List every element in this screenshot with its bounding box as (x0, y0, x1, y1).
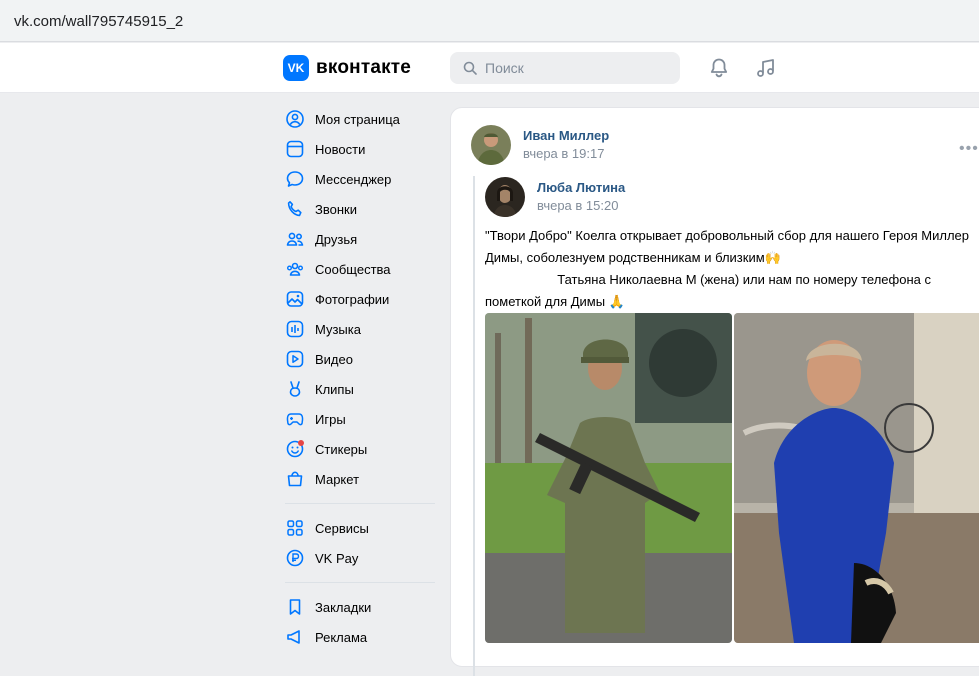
sidebar-item-label: Маркет (315, 471, 360, 487)
sidebar-item-label: Друзья (315, 231, 358, 247)
sidebar-item-label: Игры (315, 411, 346, 427)
clips-icon (289, 381, 301, 397)
sidebar-item-vkpay[interactable]: VK Pay (283, 543, 438, 573)
sidebar-item-stickers[interactable]: Стикеры (283, 434, 438, 464)
top-header: VK вконтакте Поиск (0, 43, 979, 93)
sidebar-item-label: Сообщества (315, 261, 391, 277)
sidebar-item-label: Закладки (315, 599, 372, 615)
repost-author-name[interactable]: Люба Лютина (537, 180, 625, 195)
post-time[interactable]: вчера в 19:17 (523, 146, 604, 161)
post-text-line: пометкой для Димы 🙏 (485, 294, 625, 309)
phone-icon (287, 201, 302, 217)
sidebar-item-label: Клипы (315, 381, 354, 397)
sidebar-item-label: Сервисы (315, 520, 369, 536)
bookmark-icon (289, 599, 301, 615)
repost-author-avatar[interactable] (485, 177, 525, 217)
sidebar-item-messenger[interactable]: Мессенджер (283, 164, 438, 194)
post-photo-2[interactable] (734, 313, 979, 643)
music-icon[interactable] (754, 56, 778, 80)
search-input[interactable]: Поиск (450, 52, 680, 84)
soldier-photo-image (485, 313, 732, 643)
post-photo-1[interactable] (485, 313, 732, 643)
logo-text: вконтакте (316, 57, 412, 78)
post-text-line: "Твори Добро" Коелга открывает доброволь… (485, 228, 970, 243)
author-avatar-image (471, 125, 511, 165)
author-avatar[interactable] (471, 125, 511, 165)
sidebar-item-music[interactable]: Музыка (283, 314, 438, 344)
repost-avatar-image (485, 177, 525, 217)
market-bag-icon (287, 471, 303, 487)
music-bars-icon (286, 320, 304, 338)
sidebar-item-label: Стикеры (315, 441, 368, 457)
man-photo-image (734, 313, 979, 643)
sidebar-item-label: Фотографии (315, 291, 390, 307)
sidebar-divider (285, 503, 435, 504)
repost-time[interactable]: вчера в 15:20 (537, 198, 618, 213)
post-text: "Твори Добро" Коелга открывает доброволь… (485, 225, 979, 313)
post-text-line: Татьяна Николаевна М (жена) или нам по н… (485, 272, 931, 287)
services-grid-icon (287, 520, 303, 536)
browser-url-bar[interactable]: vk.com/wall795745915_2 (0, 0, 979, 42)
sidebar-item-video[interactable]: Видео (283, 344, 438, 374)
sidebar-item-label: VK Pay (315, 550, 359, 566)
left-sidebar: Моя страница Новости Мессенджер Звонки Д… (283, 104, 438, 652)
gamepad-icon (286, 413, 304, 426)
sidebar-item-label: Видео (315, 351, 353, 367)
repost-border (473, 176, 475, 676)
sidebar-item-bookmarks[interactable]: Закладки (283, 592, 438, 622)
sidebar-item-label: Моя страница (315, 111, 400, 127)
friends-icon (286, 232, 304, 246)
sidebar-item-my-page[interactable]: Моя страница (283, 104, 438, 134)
sidebar-item-label: Мессенджер (315, 171, 392, 187)
sidebar-item-label: Звонки (315, 201, 357, 217)
search-placeholder: Поиск (485, 60, 524, 76)
news-icon (286, 140, 304, 158)
sidebar-item-label: Реклама (315, 629, 368, 645)
megaphone-icon (287, 630, 300, 644)
sidebar-item-label: Музыка (315, 321, 361, 337)
url-text[interactable]: vk.com/wall795745915_2 (14, 13, 183, 30)
sidebar-item-friends[interactable]: Друзья (283, 224, 438, 254)
sidebar-item-label: Новости (315, 141, 366, 157)
post-author-name[interactable]: Иван Миллер (523, 128, 609, 143)
sidebar-item-calls[interactable]: Звонки (283, 194, 438, 224)
vkpay-icon (286, 549, 304, 567)
sidebar-item-ads[interactable]: Реклама (283, 622, 438, 652)
post-text-line: Димы, соболезнуем родственникам и близки… (485, 250, 781, 265)
bell-icon[interactable] (707, 56, 731, 80)
sidebar-item-services[interactable]: Сервисы (283, 513, 438, 543)
sidebar-item-news[interactable]: Новости (283, 134, 438, 164)
groups-icon (287, 262, 303, 276)
search-icon (463, 61, 477, 75)
sidebar-item-games[interactable]: Игры (283, 404, 438, 434)
notification-dot (298, 440, 304, 446)
sidebar-item-photos[interactable]: Фотографии (283, 284, 438, 314)
message-icon (286, 171, 304, 187)
video-icon (286, 350, 304, 368)
post-more-button[interactable]: ••• (959, 140, 979, 158)
sidebar-item-market[interactable]: Маркет (283, 464, 438, 494)
photo-icon (286, 291, 304, 307)
sidebar-item-communities[interactable]: Сообщества (283, 254, 438, 284)
user-circle-icon (286, 110, 304, 128)
vk-logo[interactable]: VK вконтакте (283, 55, 411, 81)
vk-logo-icon: VK (283, 55, 309, 81)
sidebar-item-clips[interactable]: Клипы (283, 374, 438, 404)
wall-post: Иван Миллер вчера в 19:17 ••• Люба Лютин… (450, 107, 979, 676)
sidebar-divider (285, 582, 435, 583)
